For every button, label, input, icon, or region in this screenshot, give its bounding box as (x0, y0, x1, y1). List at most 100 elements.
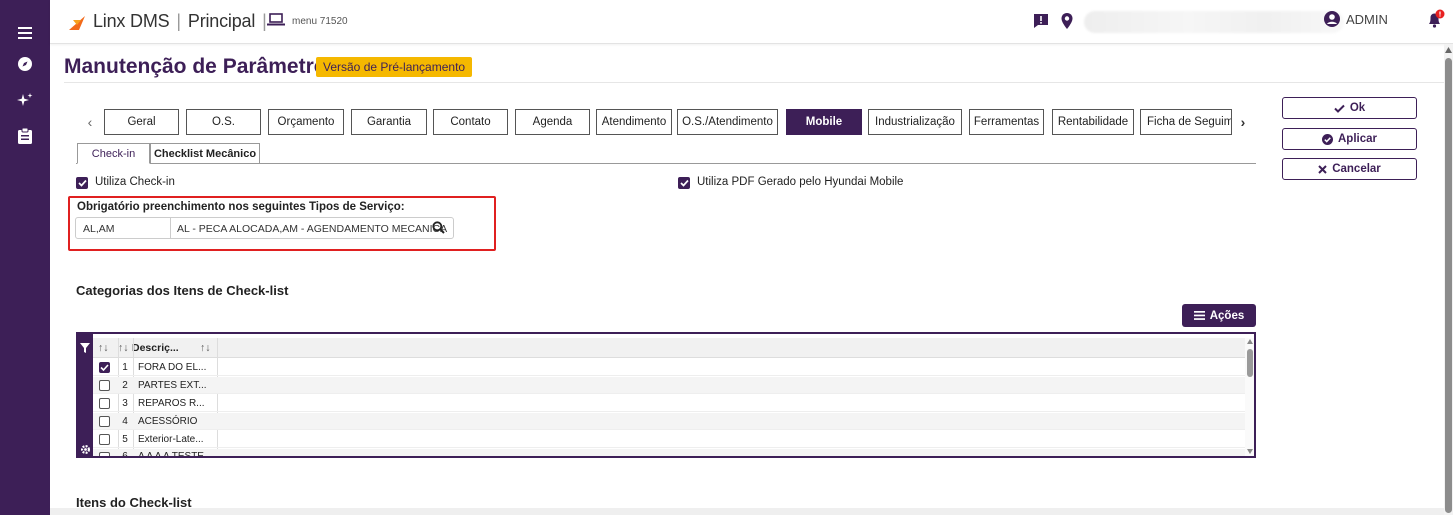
seq-column-sort[interactable]: ↑↓ (118, 338, 132, 357)
grid-vertical-scrollbar[interactable] (1245, 338, 1254, 456)
tab-agenda[interactable]: Agenda (515, 109, 590, 135)
filter-icon[interactable] (80, 343, 90, 353)
row-checkbox-cell[interactable] (99, 377, 112, 393)
cancelar-button[interactable]: Cancelar (1282, 158, 1417, 180)
tab-mobile[interactable]: Mobile (786, 109, 862, 135)
descricao-cell: FORA DO EL... (138, 361, 207, 373)
left-sidebar (0, 0, 50, 515)
row-checkbox-cell[interactable] (99, 431, 112, 447)
table-row[interactable]: 5 Exterior-Late... (93, 431, 1245, 448)
categorias-title: Categorias dos Itens de Check-list (76, 283, 289, 298)
descricao-column-header[interactable]: Descriç... (132, 338, 198, 357)
scroll-down-icon[interactable] (1247, 449, 1253, 454)
row-checkbox[interactable] (99, 397, 110, 409)
row-checkbox-cell[interactable] (99, 449, 112, 456)
tab-os-atendimento[interactable]: O.S./Atendimento (677, 109, 778, 135)
scrollbar-thumb[interactable] (1247, 349, 1253, 377)
close-icon (1318, 164, 1327, 174)
obrigatorio-label: Obrigatório preenchimento nos seguintes … (77, 201, 405, 213)
table-row[interactable]: 2 PARTES EXT... (93, 377, 1245, 394)
sparkles-icon[interactable] (12, 88, 38, 114)
tab-ferramentas[interactable]: Ferramentas (969, 109, 1044, 135)
subtab-checklist-mecanico[interactable]: Checklist Mecânico (150, 143, 260, 164)
row-checkbox-cell[interactable] (99, 413, 112, 429)
tab-os[interactable]: O.S. (186, 109, 261, 135)
tab-industrializacao[interactable]: Industrialização (868, 109, 962, 135)
compass-icon[interactable] (12, 51, 38, 77)
tipos-servico-desc-input[interactable]: AL - PECA ALOCADA,AM - AGENDAMENTO MECAN… (170, 217, 454, 239)
table-row[interactable]: 6 A A A A TESTE (93, 449, 1245, 458)
check-circle-icon (1322, 133, 1333, 145)
page-scroll-up-icon[interactable] (1445, 47, 1452, 53)
grid-toolbar (78, 334, 93, 456)
table-row[interactable]: 3 REPAROS R... (93, 395, 1245, 412)
row-checkbox[interactable] (99, 379, 110, 391)
menu-code: menu 71520 (292, 16, 348, 27)
row-checkbox[interactable] (99, 415, 110, 427)
chat-alert-icon[interactable] (1032, 12, 1050, 30)
row-checkbox[interactable] (99, 452, 110, 456)
title-divider (64, 82, 1444, 83)
ok-label: Ok (1349, 102, 1366, 114)
descricao-cell: A A A A TESTE (138, 451, 204, 458)
seq-cell: 3 (122, 397, 128, 409)
laptop-icon (267, 13, 285, 26)
hamburger-menu-icon[interactable] (12, 20, 38, 46)
table-row[interactable]: 1 FORA DO EL... (93, 359, 1245, 376)
tab-rentabilidade[interactable]: Rentabilidade (1052, 109, 1134, 135)
aplicar-label: Aplicar (1338, 133, 1377, 145)
app-name: Linx DMS (93, 11, 170, 31)
ok-button[interactable]: Ok (1282, 97, 1417, 119)
page-scrollbar-thumb[interactable] (1445, 58, 1452, 513)
acoes-button[interactable]: Ações (1182, 304, 1256, 327)
module-name[interactable]: Principal (188, 11, 255, 31)
tab-atendimento[interactable]: Atendimento (596, 109, 672, 135)
row-checkbox-checked[interactable] (99, 361, 110, 373)
brand-separator: | (176, 11, 181, 31)
seq-cell: 6 (122, 451, 128, 458)
clipboard-icon[interactable] (12, 123, 38, 149)
row-checkbox-cell[interactable] (99, 395, 112, 411)
tab-garantia[interactable]: Garantia (351, 109, 427, 135)
prerelease-badge: Versão de Pré-lançamento (316, 57, 473, 77)
aplicar-button[interactable]: Aplicar (1282, 128, 1417, 150)
seq-cell: 5 (122, 433, 128, 445)
location-pin-icon[interactable] (1058, 12, 1076, 30)
notification-bell-icon[interactable] (1426, 9, 1446, 31)
categorias-grid: ↑↓ ↑↓ Descriç... ↑↓ 1 FORA DO EL... 2 PA… (76, 332, 1256, 458)
bottom-edge (50, 508, 1444, 515)
blurred-company-field (1084, 11, 1344, 33)
seq-cell: 1 (122, 361, 128, 373)
search-icon[interactable] (432, 221, 445, 234)
linx-logo-icon (69, 16, 85, 30)
descricao-cell: PARTES EXT... (138, 379, 207, 391)
row-checkbox-cell[interactable] (99, 359, 112, 375)
tab-geral[interactable]: Geral (104, 109, 179, 135)
page-scrollbar[interactable] (1444, 44, 1453, 515)
tabs-scroll-right-icon[interactable]: › (1233, 109, 1253, 135)
utiliza-pdf-checkbox[interactable] (678, 177, 690, 189)
tabs-scroll-left-icon[interactable]: ‹ (80, 109, 100, 135)
brand-title: Linx DMS | Principal | (93, 11, 274, 32)
subtab-check-in[interactable]: Check-in (77, 143, 150, 164)
tab-ficha-seguimento[interactable]: Ficha de Seguim (1140, 109, 1232, 135)
gear-icon[interactable] (80, 444, 91, 455)
grid-header-row: ↑↓ ↑↓ Descriç... ↑↓ (93, 338, 1245, 358)
table-row[interactable]: 4 ACESSÓRIO (93, 413, 1245, 430)
tab-orcamento[interactable]: Orçamento (268, 109, 344, 135)
tab-contato[interactable]: Contato (433, 109, 508, 135)
app-root: Linx DMS | Principal | menu 71520 ADMIN Man… (0, 0, 1453, 515)
descricao-column-sort[interactable]: ↑↓ (200, 338, 214, 357)
user-circle-icon (1324, 11, 1340, 27)
user-menu[interactable]: ADMIN (1324, 11, 1388, 27)
select-column-sort[interactable]: ↑↓ (98, 338, 112, 357)
tipos-servico-code-input[interactable]: AL,AM (75, 217, 171, 239)
row-checkbox[interactable] (99, 433, 110, 445)
menu-lines-icon (1193, 311, 1205, 320)
utiliza-checkin-label: Utiliza Check-in (95, 176, 175, 188)
descricao-cell: Exterior-Late... (138, 433, 204, 445)
utiliza-pdf-label: Utiliza PDF Gerado pelo Hyundai Mobile (697, 176, 904, 188)
top-bar: Linx DMS | Principal | menu 71520 ADMIN (50, 0, 1453, 44)
utiliza-checkin-checkbox[interactable] (76, 177, 88, 189)
scroll-up-icon[interactable] (1247, 339, 1253, 344)
